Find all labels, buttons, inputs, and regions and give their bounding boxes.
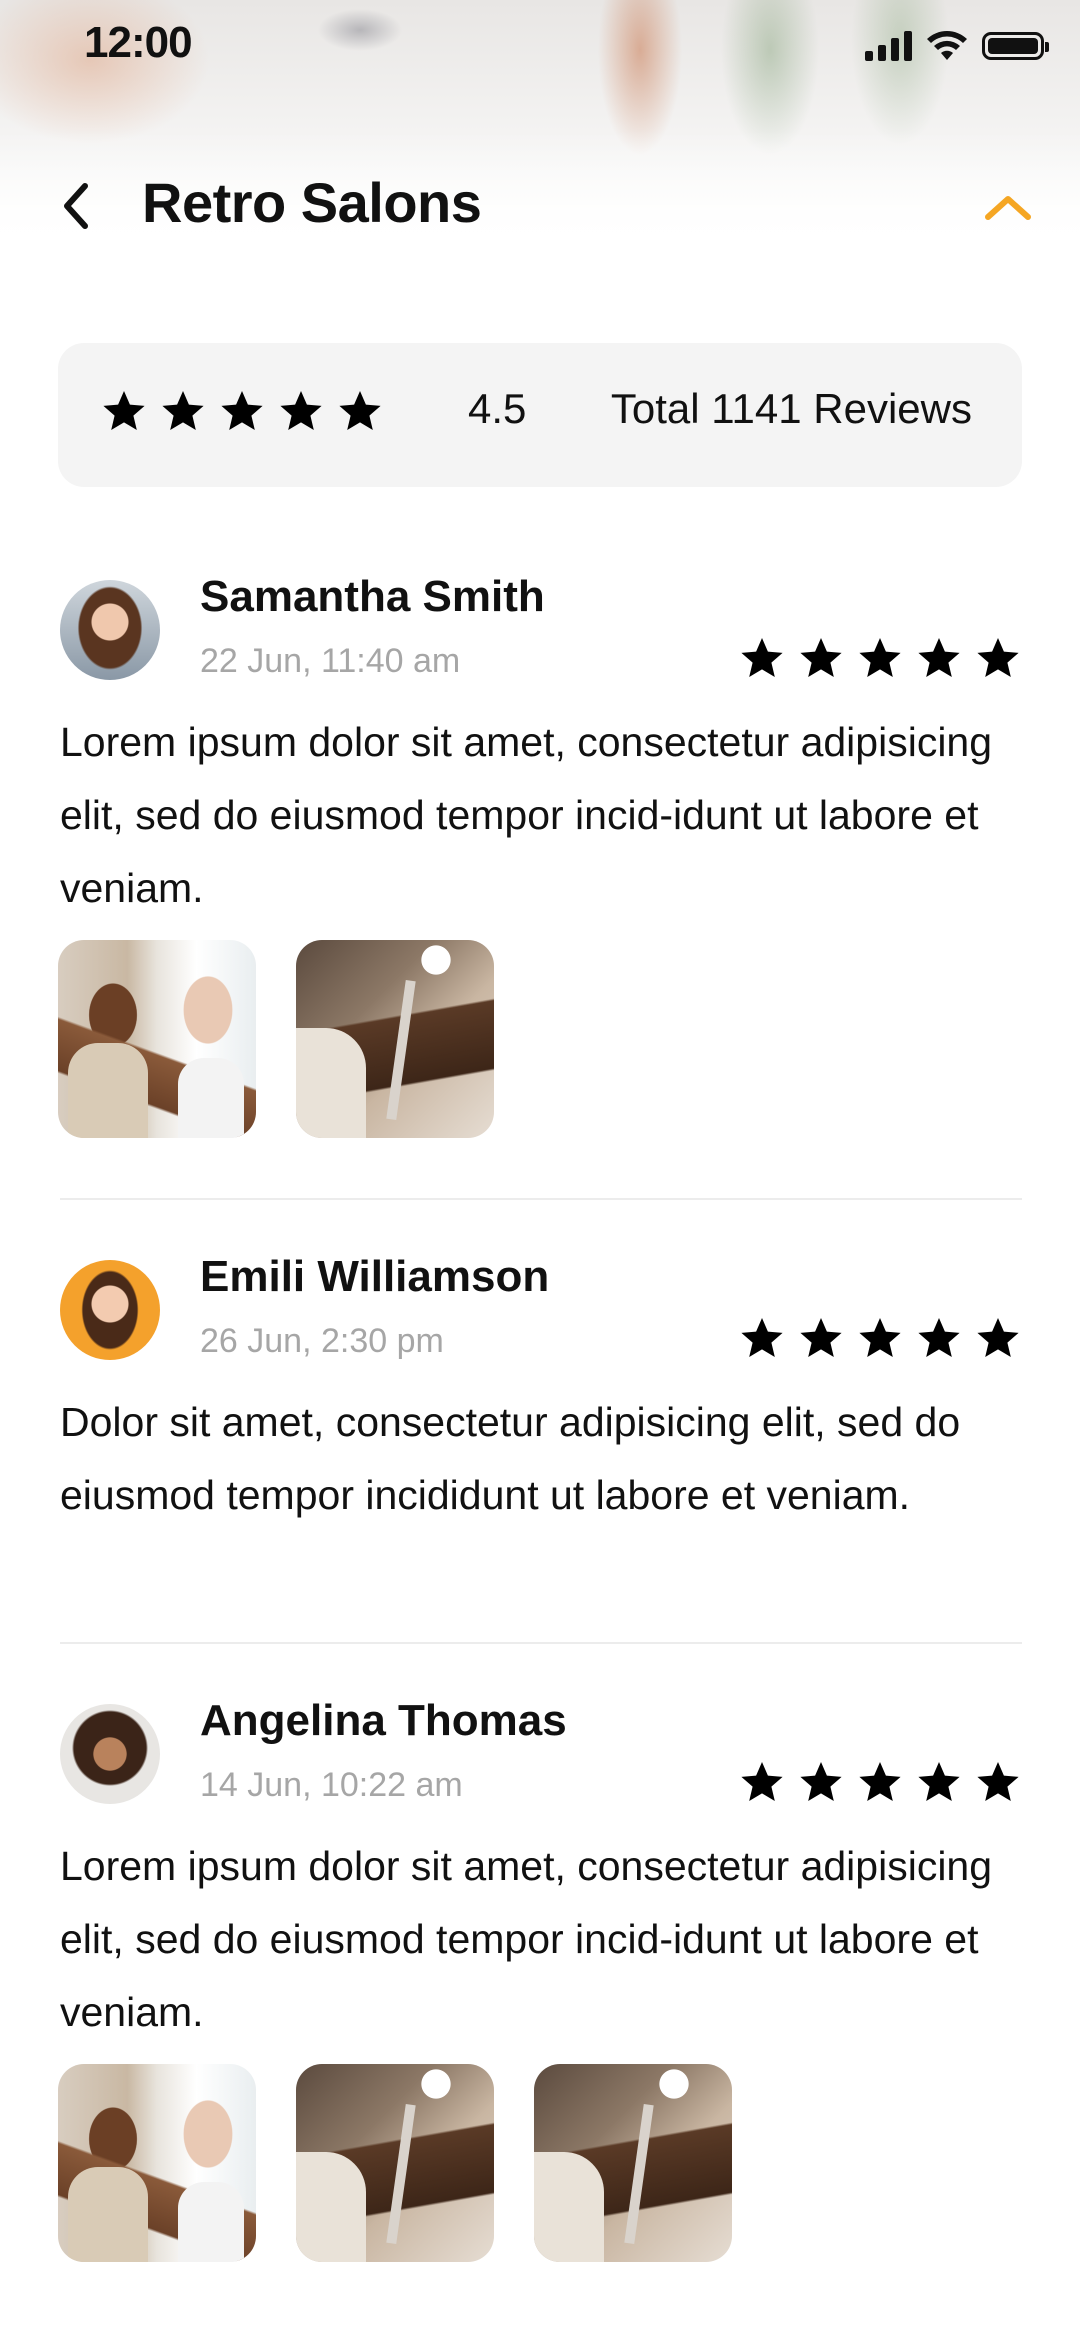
review-date: 22 Jun, 11:40 am (200, 642, 461, 680)
star-empty-icon (977, 638, 1019, 677)
review-photo-haircut[interactable] (296, 2064, 494, 2262)
cellular-signal-icon (865, 31, 912, 61)
star-filled-icon (977, 1318, 1019, 1357)
review-text: Lorem ipsum dolor sit amet, consectetur … (60, 719, 993, 911)
review-stars (738, 1758, 1022, 1806)
star-filled-icon (221, 391, 263, 430)
review-photo-haircut[interactable] (296, 940, 494, 1138)
star-filled-icon (741, 638, 783, 677)
avatar (60, 580, 160, 680)
review-stars (738, 1314, 1022, 1362)
review-text: Dolor sit amet, consectetur adipisicing … (60, 1399, 961, 1518)
star-filled-icon (918, 1762, 960, 1801)
wifi-icon (927, 31, 967, 60)
review-date: 14 Jun, 10:22 am (200, 1766, 463, 1804)
divider (60, 1642, 1022, 1644)
star-filled-icon (162, 391, 204, 430)
review-stars (738, 634, 1022, 682)
star-filled-icon (741, 1318, 783, 1357)
review-text: Lorem ipsum dolor sit amet, consectetur … (60, 1843, 993, 2035)
summary-stars (100, 387, 384, 435)
divider (60, 1198, 1022, 1200)
star-filled-icon (741, 1762, 783, 1801)
review-photos (58, 940, 494, 1138)
star-filled-icon (800, 638, 842, 677)
status-time: 12:00 (84, 18, 193, 67)
star-filled-icon (859, 1762, 901, 1801)
back-button[interactable] (50, 178, 100, 234)
total-reviews: Total 1141 Reviews (610, 385, 972, 432)
star-filled-icon (103, 391, 145, 430)
avatar (60, 1260, 160, 1360)
star-filled-icon (859, 638, 901, 677)
page-title: Retro Salons (142, 171, 482, 234)
review-date: 26 Jun, 2:30 pm (200, 1322, 444, 1360)
star-empty-icon (977, 1762, 1019, 1801)
review-photo-makeup[interactable] (58, 940, 256, 1138)
average-rating: 4.5 (468, 385, 527, 432)
reviews-screen: 12:00 Retro Salons 4.5 Total 1141 Review… (0, 0, 1080, 2340)
reviewer-name: Emili Williamson (200, 1252, 550, 1301)
review-photo-makeup[interactable] (58, 2064, 256, 2262)
collapse-button[interactable] (978, 182, 1038, 232)
review-photo-haircut[interactable] (534, 2064, 732, 2262)
star-filled-icon (859, 1318, 901, 1357)
status-icons (865, 26, 1049, 66)
star-filled-icon (800, 1762, 842, 1801)
star-filled-icon (918, 1318, 960, 1357)
star-empty-icon (339, 391, 381, 430)
chevron-up-icon (985, 196, 1031, 220)
star-filled-icon (800, 1318, 842, 1357)
review-photos (58, 2064, 732, 2262)
rating-summary-card: 4.5 Total 1141 Reviews (58, 343, 1022, 487)
star-filled-icon (918, 638, 960, 677)
star-filled-icon (280, 391, 322, 430)
chevron-left-icon (64, 183, 88, 229)
reviewer-name: Angelina Thomas (200, 1696, 567, 1745)
battery-icon (982, 32, 1049, 60)
avatar (60, 1704, 160, 1804)
reviewer-name: Samantha Smith (200, 572, 545, 621)
